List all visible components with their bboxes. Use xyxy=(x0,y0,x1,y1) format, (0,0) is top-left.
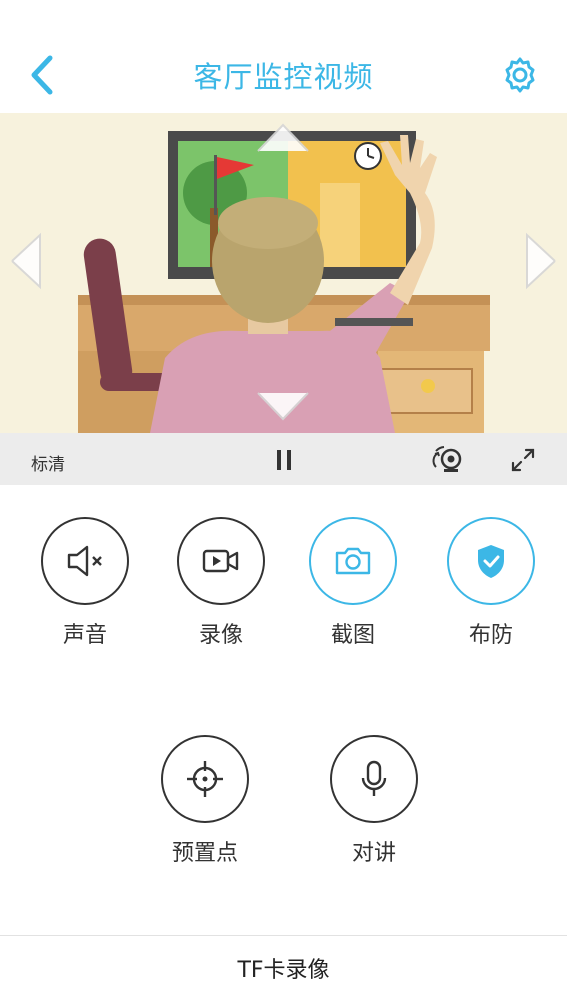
page-title: 客厅监控视频 xyxy=(193,60,374,94)
tilt-down-arrow[interactable] xyxy=(255,389,311,425)
video-feed[interactable] xyxy=(0,113,567,433)
screenshot-circle xyxy=(309,517,397,605)
preset-label: 预置点 xyxy=(171,841,238,866)
shield-check-icon xyxy=(478,545,504,578)
quality-selector[interactable]: 标清 xyxy=(31,450,65,475)
fullscreen-icon xyxy=(511,448,535,472)
speaker-mute-icon xyxy=(67,545,102,577)
camera-switch-button[interactable] xyxy=(428,443,466,475)
arm-button[interactable]: 布防 xyxy=(431,517,551,649)
arm-circle xyxy=(447,517,535,605)
pan-right-arrow[interactable] xyxy=(520,231,562,291)
gear-icon xyxy=(505,57,535,93)
record-circle xyxy=(177,517,265,605)
pause-button[interactable] xyxy=(270,446,298,474)
record-button[interactable]: 录像 xyxy=(161,517,281,649)
crosshair-icon xyxy=(187,761,223,797)
pause-icon xyxy=(277,450,291,470)
video-record-icon xyxy=(202,549,239,573)
sound-circle xyxy=(41,517,129,605)
tilt-up-arrow[interactable] xyxy=(255,119,311,155)
talk-circle xyxy=(330,735,418,823)
talk-button[interactable]: 对讲 xyxy=(314,735,434,867)
record-label: 录像 xyxy=(198,623,243,648)
arm-label: 布防 xyxy=(468,623,513,648)
screenshot-button[interactable]: 截图 xyxy=(293,517,413,649)
settings-button[interactable] xyxy=(500,55,540,95)
screenshot-label: 截图 xyxy=(330,623,375,648)
camera-switch-icon xyxy=(432,446,462,472)
tf-card-record-button[interactable]: TF卡录像 xyxy=(0,936,567,1006)
pan-left-arrow[interactable] xyxy=(6,231,48,291)
video-frame-illustration xyxy=(0,113,567,433)
fullscreen-button[interactable] xyxy=(509,446,537,474)
camera-icon xyxy=(335,547,371,575)
sound-button[interactable]: 声音 xyxy=(25,517,145,649)
preset-circle xyxy=(161,735,249,823)
sound-label: 声音 xyxy=(62,623,107,648)
microphone-icon xyxy=(361,760,387,796)
talk-label: 对讲 xyxy=(351,841,396,866)
preset-button[interactable]: 预置点 xyxy=(145,735,265,867)
header: 客厅监控视频 xyxy=(0,0,567,113)
